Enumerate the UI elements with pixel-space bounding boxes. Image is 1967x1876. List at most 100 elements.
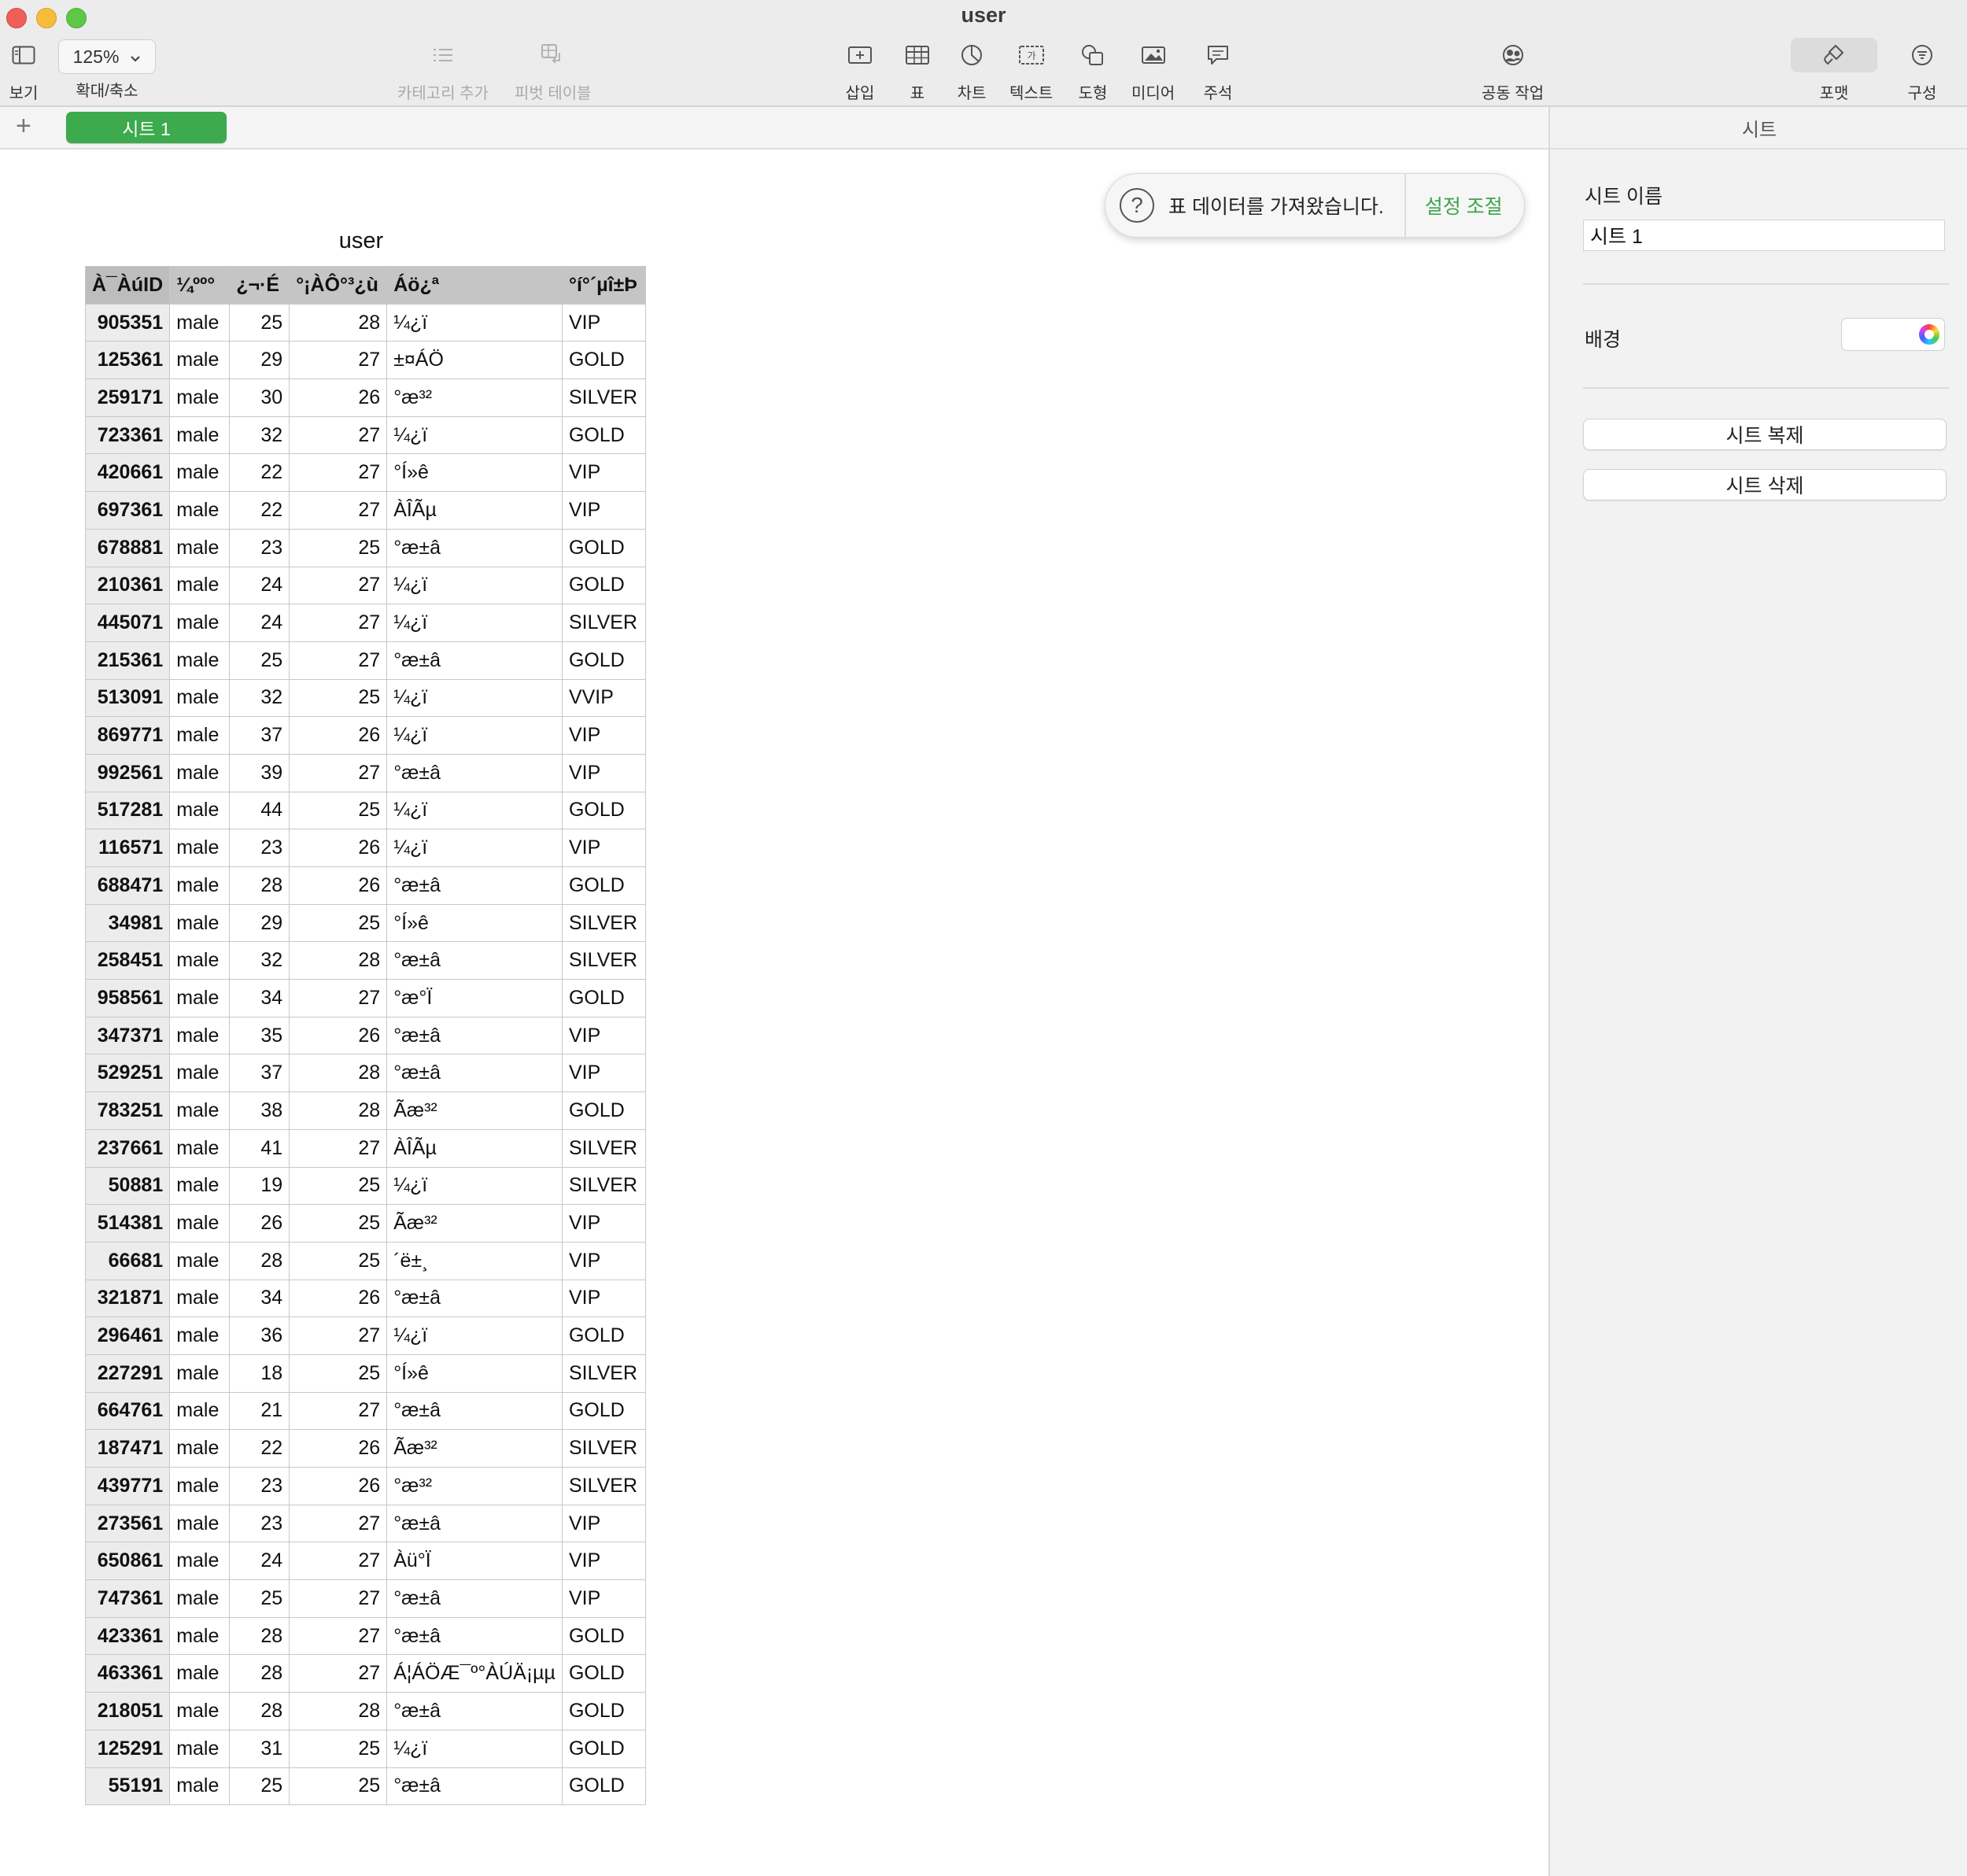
table-cell[interactable]: 25 — [289, 791, 388, 830]
collaborate-button[interactable]: 공동 작업 — [1482, 38, 1544, 103]
row-header-cell[interactable]: 66681 — [84, 1241, 171, 1280]
table-cell[interactable]: 34 — [229, 979, 290, 1017]
table-cell[interactable]: ¼¿ï — [386, 303, 563, 342]
table-cell[interactable]: 27 — [289, 491, 388, 530]
add-category-button[interactable]: 카테고리 추가 — [397, 38, 489, 103]
row-header-cell[interactable]: 125291 — [84, 1729, 171, 1768]
table-cell[interactable]: SILVER — [561, 379, 646, 417]
adjust-settings-button[interactable]: 설정 조절 — [1425, 191, 1503, 220]
table-cell[interactable]: GOLD — [561, 341, 646, 380]
row-header-cell[interactable]: 187471 — [84, 1429, 171, 1468]
row-header-cell[interactable]: 723361 — [84, 415, 171, 455]
table-cell[interactable]: 25 — [289, 1729, 388, 1768]
table-cell[interactable]: SILVER — [561, 1429, 646, 1468]
table-cell[interactable]: Ãæ³² — [386, 1091, 563, 1130]
table-cell[interactable]: GOLD — [561, 1729, 646, 1768]
table-cell[interactable]: GOLD — [561, 1317, 646, 1355]
table-cell[interactable]: 27 — [289, 641, 388, 680]
table-cell[interactable]: 35 — [229, 1016, 290, 1055]
table-cell[interactable]: male — [169, 678, 231, 718]
table-cell[interactable]: VIP — [561, 303, 646, 342]
table-cell[interactable]: male — [169, 379, 231, 417]
table-cell[interactable]: 26 — [289, 1429, 388, 1468]
table-cell[interactable]: male — [169, 1128, 231, 1168]
table-cell[interactable]: ¼¿ï — [386, 791, 563, 830]
row-header-cell[interactable]: 513091 — [84, 678, 171, 718]
table-cell[interactable]: GOLD — [561, 866, 646, 905]
table-cell[interactable]: °æ³² — [386, 1467, 563, 1505]
table-cell[interactable]: male — [169, 1579, 231, 1618]
table-cell[interactable]: 27 — [289, 453, 388, 493]
table-cell[interactable]: GOLD — [561, 566, 646, 605]
table-cell[interactable]: 28 — [289, 941, 388, 980]
table-title[interactable]: user — [85, 228, 637, 254]
table-cell[interactable]: 32 — [229, 415, 290, 455]
table-cell[interactable]: 25 — [289, 678, 388, 718]
table-cell[interactable]: male — [169, 1616, 231, 1656]
table-cell[interactable]: VIP — [561, 1279, 646, 1318]
format-button[interactable]: 포맷 — [1817, 38, 1851, 103]
table-cell[interactable]: °æ±â — [386, 1279, 563, 1318]
table-cell[interactable]: Á¦ÁÖÆ¯º°ÀÚÄ¡µµ — [386, 1654, 563, 1693]
chart-button[interactable]: 차트 — [954, 38, 989, 103]
table-cell[interactable]: 27 — [289, 1654, 388, 1693]
table-cell[interactable]: ¼¿ï — [386, 716, 563, 755]
row-header-cell[interactable]: 259171 — [84, 379, 171, 417]
table-cell[interactable]: 26 — [289, 1279, 388, 1318]
table-cell[interactable]: 27 — [289, 1504, 388, 1543]
column-header[interactable]: Áö¿ª — [386, 266, 563, 305]
tab-sheet-1[interactable]: 시트 1 — [66, 112, 227, 143]
table-cell[interactable]: 26 — [289, 1016, 388, 1055]
table-cell[interactable]: GOLD — [561, 1692, 646, 1730]
table-cell[interactable]: male — [169, 829, 231, 867]
table-cell[interactable]: male — [169, 1204, 231, 1243]
table-cell[interactable]: ´ë±¸ — [386, 1241, 563, 1280]
table-cell[interactable]: male — [169, 1654, 231, 1693]
background-color-well[interactable] — [1841, 318, 1945, 351]
row-header-cell[interactable]: 218051 — [84, 1692, 171, 1730]
table-cell[interactable]: 26 — [289, 379, 388, 417]
table-cell[interactable]: male — [169, 1767, 231, 1806]
table-cell[interactable]: SILVER — [561, 903, 646, 943]
table-cell[interactable]: 28 — [229, 866, 290, 905]
table-cell[interactable]: ÀÎÃµ — [386, 1128, 563, 1168]
table-cell[interactable]: VIP — [561, 1204, 646, 1243]
table-cell[interactable]: VIP — [561, 716, 646, 755]
table-cell[interactable]: ¼¿ï — [386, 1729, 563, 1768]
table-cell[interactable]: ±¤ÁÖ — [386, 341, 563, 380]
table-cell[interactable]: male — [169, 1054, 231, 1093]
table-cell[interactable]: °Í»ê — [386, 453, 563, 493]
table-cell[interactable]: ¼¿ï — [386, 1317, 563, 1355]
row-header-cell[interactable]: 517281 — [84, 791, 171, 830]
table-cell[interactable]: 28 — [229, 1692, 290, 1730]
table-cell[interactable]: 39 — [229, 753, 290, 792]
row-header-cell[interactable]: 237661 — [84, 1128, 171, 1168]
table-cell[interactable]: male — [169, 604, 231, 642]
sheet-name-field[interactable] — [1583, 220, 1945, 251]
table-cell[interactable]: 44 — [229, 791, 290, 830]
table-cell[interactable]: male — [169, 566, 231, 605]
data-table[interactable]: À¯ÀúID ¼ºº° ¿¬·É °¡ÀÔ°³¿ù Áö¿ª °í°´µî±Þ 90535… — [84, 266, 646, 1806]
table-cell[interactable]: 32 — [229, 678, 290, 718]
add-sheet-button[interactable]: + — [16, 110, 31, 142]
row-header-cell[interactable]: 664761 — [84, 1391, 171, 1431]
row-header-cell[interactable]: 258451 — [84, 941, 171, 980]
table-cell[interactable]: °æ±â — [386, 1692, 563, 1730]
table-cell[interactable]: 30 — [229, 379, 290, 417]
table-cell[interactable]: 27 — [289, 1391, 388, 1431]
table-cell[interactable]: male — [169, 453, 231, 493]
table-cell[interactable]: 28 — [229, 1616, 290, 1656]
table-cell[interactable]: 27 — [289, 604, 388, 642]
row-header-cell[interactable]: 529251 — [84, 1054, 171, 1093]
table-cell[interactable]: 27 — [289, 753, 388, 792]
table-cell[interactable]: °Í»ê — [386, 903, 563, 943]
table-cell[interactable]: 28 — [229, 1654, 290, 1693]
view-button[interactable]: 보기 — [6, 38, 41, 103]
row-header-cell[interactable]: 905351 — [84, 303, 171, 342]
table-cell[interactable]: 25 — [289, 1353, 388, 1393]
table-cell[interactable]: °æ±â — [386, 1579, 563, 1618]
table-cell[interactable]: 28 — [289, 303, 388, 342]
table-cell[interactable]: 29 — [229, 903, 290, 943]
table-cell[interactable]: 27 — [289, 341, 388, 380]
row-header-cell[interactable]: 116571 — [84, 829, 171, 867]
